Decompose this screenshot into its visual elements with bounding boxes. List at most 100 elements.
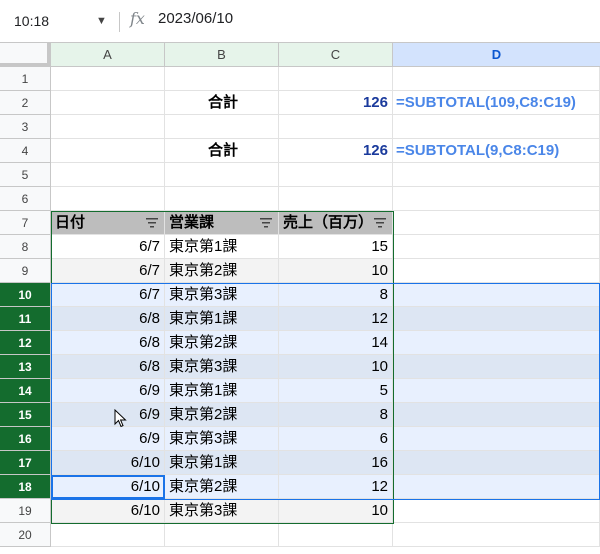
table-cell[interactable]: 6/8 xyxy=(51,307,165,331)
chevron-down-icon[interactable]: ▼ xyxy=(96,15,107,27)
row-header-18[interactable]: 18 xyxy=(0,475,51,499)
table-cell[interactable]: 東京第3課 xyxy=(165,283,279,307)
cell[interactable] xyxy=(279,163,393,187)
cell[interactable] xyxy=(393,259,600,283)
cell[interactable] xyxy=(393,307,600,331)
column-header-a[interactable]: A xyxy=(51,43,165,67)
table-cell[interactable]: 14 xyxy=(279,331,393,355)
table-cell[interactable]: 10 xyxy=(279,499,393,523)
table-cell[interactable]: 15 xyxy=(279,235,393,259)
formula-note[interactable]: =SUBTOTAL(9,C8:C19) xyxy=(393,139,600,163)
name-box[interactable]: 10:18 ▼ xyxy=(0,6,112,36)
table-cell[interactable]: 12 xyxy=(279,475,393,499)
cell[interactable] xyxy=(165,163,279,187)
row-header-6[interactable]: 6 xyxy=(0,187,51,211)
row-header-15[interactable]: 15 xyxy=(0,403,51,427)
row-header-12[interactable]: 12 xyxy=(0,331,51,355)
row-header-20[interactable]: 20 xyxy=(0,523,51,547)
filter-icon[interactable] xyxy=(374,218,386,228)
cell[interactable] xyxy=(393,187,600,211)
cell[interactable] xyxy=(393,235,600,259)
filter-icon[interactable] xyxy=(146,218,158,228)
table-header-date[interactable]: 日付 xyxy=(51,211,165,235)
table-cell[interactable]: 8 xyxy=(279,283,393,307)
cell[interactable] xyxy=(279,187,393,211)
spreadsheet-grid[interactable]: A B C D 1 2 3 4 5 6 7 8 9 10 11 12 13 14… xyxy=(0,43,600,554)
cell[interactable] xyxy=(393,499,600,523)
cell[interactable] xyxy=(165,187,279,211)
table-cell[interactable]: 6/9 xyxy=(51,379,165,403)
table-header-section[interactable]: 営業課 xyxy=(165,211,279,235)
cell[interactable] xyxy=(279,115,393,139)
select-all-corner[interactable] xyxy=(0,43,51,67)
row-header-9[interactable]: 9 xyxy=(0,259,51,283)
column-header-c[interactable]: C xyxy=(279,43,393,67)
cell[interactable] xyxy=(51,91,165,115)
column-header-b[interactable]: B xyxy=(165,43,279,67)
table-cell[interactable]: 東京第2課 xyxy=(165,259,279,283)
cell[interactable] xyxy=(393,283,600,307)
table-cell[interactable]: 10 xyxy=(279,355,393,379)
filter-icon[interactable] xyxy=(260,218,272,228)
table-cell[interactable]: 6 xyxy=(279,427,393,451)
row-header-1[interactable]: 1 xyxy=(0,67,51,91)
table-cell[interactable]: 東京第3課 xyxy=(165,355,279,379)
table-cell[interactable]: 12 xyxy=(279,307,393,331)
cell[interactable] xyxy=(393,379,600,403)
table-cell[interactable]: 16 xyxy=(279,451,393,475)
cell[interactable] xyxy=(393,403,600,427)
summary-value[interactable]: 126 xyxy=(279,139,393,163)
table-cell[interactable]: 6/10 xyxy=(51,451,165,475)
summary-label[interactable]: 合計 xyxy=(165,139,279,163)
table-cell[interactable]: 6/7 xyxy=(51,259,165,283)
row-header-4[interactable]: 4 xyxy=(0,139,51,163)
table-cell[interactable]: 東京第3課 xyxy=(165,499,279,523)
cell[interactable] xyxy=(165,115,279,139)
summary-value[interactable]: 126 xyxy=(279,91,393,115)
cell[interactable] xyxy=(393,475,600,499)
table-cell[interactable]: 5 xyxy=(279,379,393,403)
column-header-d[interactable]: D xyxy=(393,43,600,67)
row-header-11[interactable]: 11 xyxy=(0,307,51,331)
summary-label[interactable]: 合計 xyxy=(165,91,279,115)
table-cell[interactable]: 東京第1課 xyxy=(165,451,279,475)
row-header-19[interactable]: 19 xyxy=(0,499,51,523)
cell[interactable] xyxy=(393,331,600,355)
cell[interactable] xyxy=(51,163,165,187)
cell[interactable] xyxy=(51,139,165,163)
table-cell[interactable]: 6/7 xyxy=(51,283,165,307)
table-cell[interactable]: 東京第2課 xyxy=(165,331,279,355)
table-cell[interactable]: 東京第1課 xyxy=(165,235,279,259)
table-cell[interactable]: 東京第2課 xyxy=(165,403,279,427)
cell[interactable] xyxy=(393,427,600,451)
table-cell[interactable]: 6/7 xyxy=(51,235,165,259)
cell[interactable] xyxy=(393,67,600,91)
formula-note[interactable]: =SUBTOTAL(109,C8:C19) xyxy=(393,91,600,115)
table-header-sales[interactable]: 売上（百万） xyxy=(279,211,393,235)
table-cell[interactable]: 東京第1課 xyxy=(165,379,279,403)
table-cell[interactable]: 東京第2課 xyxy=(165,475,279,499)
table-cell[interactable]: 6/8 xyxy=(51,355,165,379)
formula-input[interactable]: 2023/06/10 xyxy=(158,10,233,27)
table-cell[interactable]: 8 xyxy=(279,403,393,427)
row-header-8[interactable]: 8 xyxy=(0,235,51,259)
cell[interactable] xyxy=(393,523,600,547)
table-cell[interactable]: 6/9 xyxy=(51,403,165,427)
table-cell[interactable]: 東京第3課 xyxy=(165,427,279,451)
cell[interactable] xyxy=(165,523,279,547)
cell[interactable] xyxy=(393,355,600,379)
table-cell[interactable]: 6/10 xyxy=(51,499,165,523)
cell[interactable] xyxy=(165,67,279,91)
cell[interactable] xyxy=(393,163,600,187)
row-header-14[interactable]: 14 xyxy=(0,379,51,403)
table-cell[interactable]: 東京第1課 xyxy=(165,307,279,331)
row-header-13[interactable]: 13 xyxy=(0,355,51,379)
row-header-10[interactable]: 10 xyxy=(0,283,51,307)
cell[interactable] xyxy=(393,115,600,139)
cell[interactable] xyxy=(393,451,600,475)
table-cell[interactable]: 10 xyxy=(279,259,393,283)
row-header-2[interactable]: 2 xyxy=(0,91,51,115)
cell[interactable] xyxy=(279,67,393,91)
cell[interactable] xyxy=(51,187,165,211)
row-header-16[interactable]: 16 xyxy=(0,427,51,451)
